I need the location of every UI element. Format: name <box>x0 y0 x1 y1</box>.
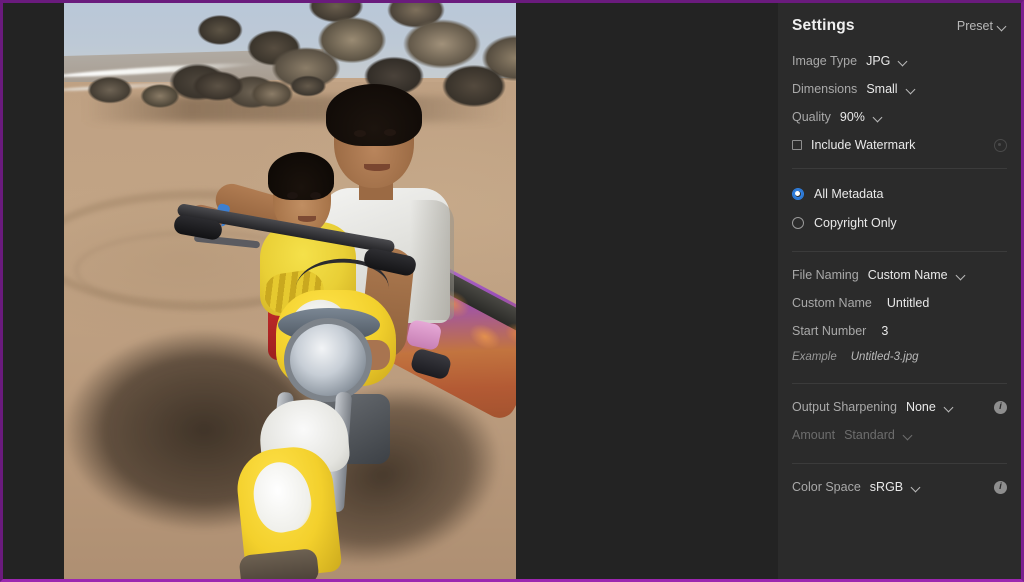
info-icon[interactable]: i <box>994 400 1007 414</box>
export-dialog: Settings Preset Image Type JPG Dimension… <box>0 0 1024 582</box>
divider <box>792 463 1007 464</box>
amount-label: Amount <box>792 428 836 442</box>
output-sharpening-label: Output Sharpening <box>792 400 897 414</box>
info-icon[interactable]: i <box>994 480 1007 494</box>
chevron-down-icon[interactable] <box>899 57 908 66</box>
gear-icon[interactable] <box>994 138 1007 152</box>
include-watermark-row: Include Watermark <box>792 131 1007 159</box>
photo-motorcycle-headlight <box>284 318 372 402</box>
chevron-down-icon[interactable] <box>912 483 921 492</box>
custom-name-row: Custom Name Untitled <box>792 289 1007 317</box>
photo-toddler-eye-right <box>310 192 321 199</box>
preview-photograph[interactable] <box>64 3 516 579</box>
start-number-input[interactable]: 3 <box>881 324 888 338</box>
include-watermark-checkbox[interactable] <box>792 140 802 150</box>
chevron-down-icon <box>998 22 1007 31</box>
amount-row: Amount Standard <box>792 421 1007 449</box>
photo-toddler-eye-left <box>287 192 298 199</box>
all-metadata-label: All Metadata <box>814 186 884 201</box>
quality-label: Quality <box>792 110 831 124</box>
file-naming-label: File Naming <box>792 268 859 282</box>
start-number-label: Start Number <box>792 324 867 338</box>
copyright-only-label: Copyright Only <box>814 215 897 230</box>
photo-toddler-mouth <box>298 216 316 222</box>
dimensions-label: Dimensions <box>792 82 858 96</box>
amount-value: Standard <box>844 428 895 442</box>
chevron-down-icon[interactable] <box>907 85 916 94</box>
chevron-down-icon[interactable] <box>957 271 966 280</box>
photo-older-child-shirt-shading <box>410 200 454 320</box>
chevron-down-icon <box>904 431 913 440</box>
photo-older-child-eye-right <box>384 129 396 136</box>
divider <box>792 251 1007 252</box>
color-space-value[interactable]: sRGB <box>870 480 903 494</box>
divider <box>792 168 1007 169</box>
photo-toddler-hair <box>268 152 334 200</box>
quality-value[interactable]: 90% <box>840 110 865 124</box>
settings-panel: Settings Preset Image Type JPG Dimension… <box>778 3 1021 579</box>
custom-name-label: Custom Name <box>792 296 872 310</box>
file-naming-value[interactable]: Custom Name <box>868 268 948 282</box>
include-watermark-label[interactable]: Include Watermark <box>811 138 915 152</box>
dimensions-value[interactable]: Small <box>866 82 897 96</box>
output-sharpening-row: Output Sharpening None i <box>792 393 1007 421</box>
chevron-down-icon[interactable] <box>945 403 954 412</box>
page-title: Settings <box>792 17 855 34</box>
dimensions-row: Dimensions Small <box>792 75 1007 103</box>
settings-panel-header: Settings Preset <box>792 3 1007 37</box>
image-preview-canvas[interactable] <box>3 3 778 579</box>
file-naming-row: File Naming Custom Name <box>792 261 1007 289</box>
photo-older-child-mouth <box>364 164 390 171</box>
start-number-row: Start Number 3 <box>792 317 1007 345</box>
copyright-only-row[interactable]: Copyright Only <box>792 208 1007 237</box>
color-space-label: Color Space <box>792 480 861 494</box>
divider <box>792 383 1007 384</box>
photo-rock-pile-low <box>82 56 332 112</box>
output-sharpening-value[interactable]: None <box>906 400 936 414</box>
custom-name-input[interactable]: Untitled <box>887 296 929 310</box>
all-metadata-row[interactable]: All Metadata <box>792 179 1007 208</box>
all-metadata-radio[interactable] <box>792 187 804 200</box>
example-value: Untitled-3.jpg <box>850 351 919 363</box>
copyright-only-radio[interactable] <box>792 216 804 229</box>
example-row: Example Untitled-3.jpg <box>792 345 1007 369</box>
quality-row: Quality 90% <box>792 103 1007 131</box>
photo-older-child-hair <box>326 84 422 146</box>
image-type-value[interactable]: JPG <box>866 54 890 68</box>
photo-older-child-eye-left <box>354 130 366 137</box>
color-space-row: Color Space sRGB i <box>792 473 1007 501</box>
image-type-row: Image Type JPG <box>792 47 1007 75</box>
preset-dropdown[interactable]: Preset <box>957 19 1007 33</box>
image-type-label: Image Type <box>792 54 858 68</box>
example-label: Example <box>792 351 837 363</box>
chevron-down-icon[interactable] <box>874 113 883 122</box>
preset-label: Preset <box>956 19 993 33</box>
